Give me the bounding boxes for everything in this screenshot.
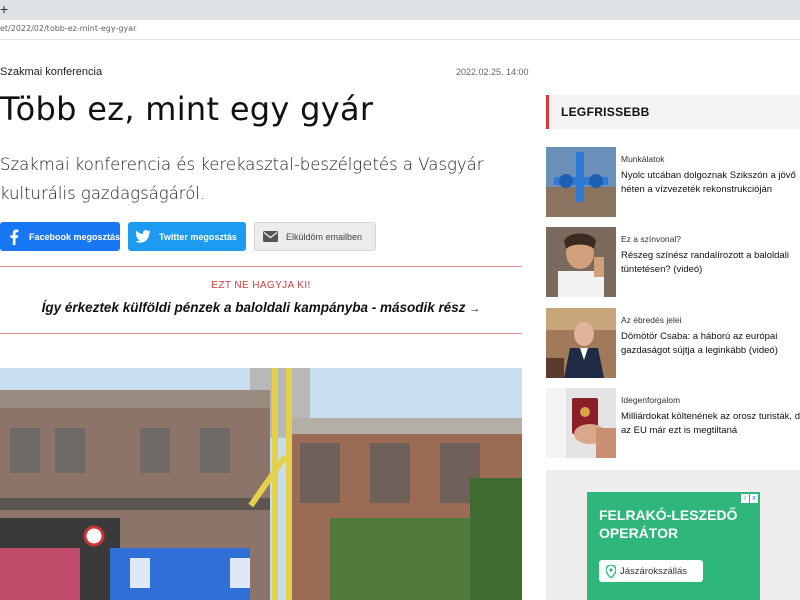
facebook-share-label: Facebook megosztás [28, 231, 120, 242]
article-lead: Szakmai konferencia és kerekasztal-beszé… [0, 150, 522, 208]
article-lead-end: . [199, 184, 206, 203]
facebook-icon [5, 228, 23, 246]
news-thumbnail[interactable] [546, 308, 616, 378]
dont-miss-link[interactable]: Így érkeztek külföldi pénzek a baloldali… [0, 300, 522, 315]
dont-miss-link-text: Így érkeztek külföldi pénzek a baloldali… [41, 300, 466, 315]
latest-news-heading-text: LEGFRISSEBB [561, 105, 650, 119]
ad-location-badge: Jászárokszállás [599, 560, 703, 582]
news-thumbnail[interactable] [546, 147, 616, 217]
ad-close-icon[interactable]: x [750, 494, 758, 503]
news-category[interactable]: Idegenforgalom [621, 395, 680, 405]
email-share-button[interactable]: Elküldöm emailben [254, 222, 376, 251]
article-category[interactable]: Szakmai konferencia [0, 66, 102, 78]
news-title[interactable]: Dömötör Csaba: a háború az európai gazda… [621, 330, 800, 358]
news-item[interactable]: Az ébredés jelei Dömötör Csaba: a háború… [546, 308, 800, 378]
location-pin-icon [602, 564, 620, 578]
job-ad-banner[interactable]: i x FELRAKÓ-LESZEDŐ OPERÁTOR Jászárokszá… [587, 492, 760, 600]
article-photo [0, 368, 522, 600]
news-item[interactable]: Ez a színvonal? Részeg színész randalíro… [546, 227, 800, 297]
new-tab-button[interactable]: + [0, 1, 8, 17]
news-category[interactable]: Munkálatok [621, 154, 664, 164]
news-category[interactable]: Ez a színvonal? [621, 234, 681, 244]
divider-top [0, 266, 522, 267]
news-category[interactable]: Az ébredés jelei [621, 315, 681, 325]
address-bar-url: et/2022/02/tobb-ez-mint-egy-gyar [0, 24, 137, 33]
dont-miss-label: EZT NE HAGYJA KI! [211, 280, 311, 291]
ad-info-icon[interactable]: i [741, 494, 749, 503]
news-title[interactable]: Milliárdokat költenének az orosz turistá… [621, 410, 800, 438]
ad-location-text: Jászárokszállás [620, 565, 688, 577]
news-thumbnail[interactable] [546, 227, 616, 297]
news-title[interactable]: Nyolc utcában dolgoznak Szikszón a jövő … [621, 169, 800, 197]
email-share-label: Elküldöm emailben [286, 231, 363, 242]
news-title[interactable]: Részeg színész randalírozott a baloldali… [621, 249, 800, 277]
latest-news-heading: LEGFRISSEBB [546, 95, 800, 129]
news-thumbnail[interactable] [546, 388, 616, 458]
ad-title: FELRAKÓ-LESZEDŐ OPERÁTOR [599, 507, 738, 541]
envelope-icon [260, 228, 280, 246]
page-title: Több ez, mint egy gyár [0, 90, 374, 128]
news-item[interactable]: Idegenforgalom Milliárdokat költenének a… [546, 388, 800, 458]
article-date: 2022.02.25. 14:00 [456, 67, 529, 77]
address-bar[interactable]: et/2022/02/tobb-ez-mint-egy-gyar [0, 20, 800, 40]
arrow-right-icon: → [469, 303, 481, 315]
divider-bottom [0, 333, 522, 334]
article-lead-text: Szakmai konferencia és kerekasztal-beszé… [0, 155, 484, 203]
twitter-share-button[interactable]: Twitter megosztás [128, 222, 246, 251]
browser-tab-bar: + [0, 0, 800, 20]
twitter-share-label: Twitter megosztás [159, 231, 237, 242]
facebook-share-button[interactable]: Facebook megosztás [0, 222, 120, 251]
news-item[interactable]: Munkálatok Nyolc utcában dolgoznak Sziks… [546, 147, 800, 217]
twitter-icon [133, 228, 153, 246]
ad-choices[interactable]: i x [741, 494, 759, 503]
